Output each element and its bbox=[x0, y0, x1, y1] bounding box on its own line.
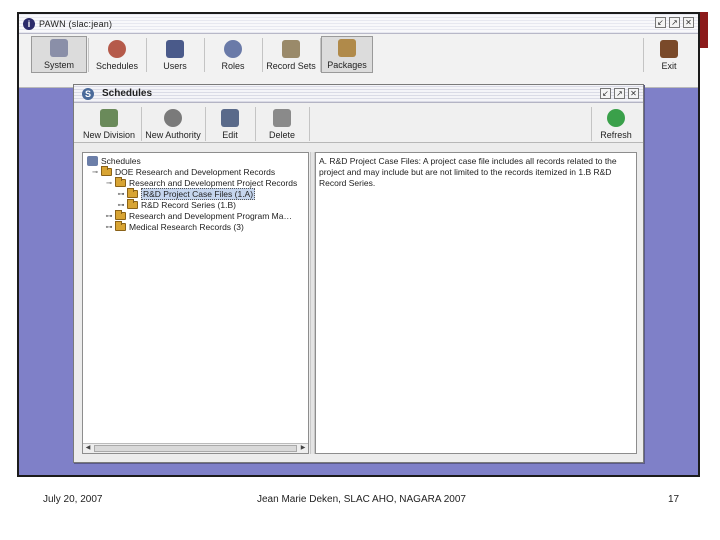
exit-label: Exit bbox=[661, 61, 677, 71]
expand-toggle-icon[interactable]: ⊶ bbox=[105, 223, 113, 231]
tree-node-selected[interactable]: ⊶ R&D Project Case Files (1.A) bbox=[117, 187, 256, 200]
app-toolbar: System Schedules Users Roles Record Sets bbox=[19, 34, 698, 88]
tree-node-root[interactable]: Schedules bbox=[87, 155, 141, 166]
schedules-close-icon[interactable]: ✕ bbox=[628, 88, 639, 99]
slide: i PAWN (slac:jean) ↙ ↗ ✕ System Schedule… bbox=[0, 0, 720, 540]
footer-presenter: Jean Marie Deken, SLAC AHO, NAGARA 2007 bbox=[257, 494, 466, 505]
scroll-right-icon[interactable]: ▶ bbox=[298, 444, 308, 453]
page-number: 17 bbox=[668, 494, 680, 505]
scroll-left-icon[interactable]: ◀ bbox=[83, 444, 93, 453]
folder-icon bbox=[101, 165, 112, 176]
expand-toggle-icon[interactable]: ⊶ bbox=[117, 201, 125, 209]
packages-icon bbox=[338, 39, 356, 57]
app-title-bar[interactable]: i PAWN (slac:jean) ↙ ↗ ✕ bbox=[19, 14, 698, 34]
tree-node-label: DOE Research and Development Records bbox=[115, 166, 276, 177]
exit-door-icon bbox=[660, 40, 678, 58]
collapse-toggle-icon[interactable]: ⊸ bbox=[91, 168, 99, 176]
schedules-title-bar[interactable]: S Schedules ↙ ↗ ✕ bbox=[74, 85, 643, 103]
expand-toggle-icon[interactable]: ⊶ bbox=[105, 212, 113, 220]
folder-icon bbox=[127, 187, 138, 198]
packages-button[interactable]: Packages bbox=[321, 36, 373, 73]
refresh-label: Refresh bbox=[600, 130, 632, 140]
new-division-label: New Division bbox=[82, 130, 135, 140]
record-sets-label: Record Sets bbox=[266, 61, 316, 71]
footer-date: July 20, 2007 bbox=[43, 494, 103, 505]
users-icon bbox=[166, 40, 184, 58]
collapse-toggle-icon[interactable]: ⊸ bbox=[105, 179, 113, 187]
tree-node[interactable]: ⊸ Research and Development Project Recor… bbox=[105, 176, 298, 188]
close-icon[interactable]: ✕ bbox=[683, 17, 694, 28]
system-button[interactable]: System bbox=[31, 36, 87, 73]
folder-icon bbox=[115, 220, 126, 231]
tree-node-label: Research and Development Program Ma… bbox=[129, 210, 292, 221]
trash-icon bbox=[273, 109, 291, 127]
tree-node[interactable]: ⊶ Medical Research Records (3) bbox=[105, 220, 244, 232]
tree-node-label: Research and Development Project Records bbox=[129, 177, 298, 188]
app-info-icon: i bbox=[23, 17, 35, 30]
tree-node-label: R&D Record Series (1.B) bbox=[141, 199, 236, 210]
folder-icon bbox=[127, 198, 138, 209]
schedules-window-icon: S bbox=[82, 87, 94, 100]
tree-node[interactable]: ⊶ R&D Record Series (1.B) bbox=[117, 198, 236, 210]
tree-horizontal-scrollbar[interactable]: ◀ ▶ bbox=[83, 443, 308, 453]
app-title: PAWN (slac:jean) bbox=[39, 18, 113, 29]
schedules-maximize-icon[interactable]: ↗ bbox=[614, 88, 625, 99]
edit-label: Edit bbox=[222, 130, 238, 140]
refresh-button[interactable]: Refresh bbox=[594, 105, 638, 142]
roles-button[interactable]: Roles bbox=[205, 36, 261, 73]
schedules-window: S Schedules ↙ ↗ ✕ New Division New Autho… bbox=[73, 84, 644, 463]
edit-icon bbox=[221, 109, 239, 127]
users-button[interactable]: Users bbox=[147, 36, 203, 73]
record-sets-button[interactable]: Record Sets bbox=[263, 36, 319, 73]
folder-icon bbox=[115, 176, 126, 187]
description-panel: A. R&D Project Case Files: A project cas… bbox=[315, 152, 637, 454]
new-division-icon bbox=[100, 109, 118, 127]
system-icon bbox=[50, 39, 68, 57]
new-division-button[interactable]: New Division bbox=[78, 105, 140, 142]
new-authority-label: New Authority bbox=[145, 130, 201, 140]
record-sets-icon bbox=[282, 40, 300, 58]
roles-icon bbox=[224, 40, 242, 58]
schedule-tree[interactable]: Schedules ⊸ DOE Research and Development… bbox=[82, 152, 309, 454]
minimize-icon[interactable]: ↙ bbox=[655, 17, 666, 28]
tree-node[interactable]: ⊸ DOE Research and Development Records bbox=[91, 165, 276, 177]
exit-button[interactable]: Exit bbox=[649, 36, 689, 73]
packages-label: Packages bbox=[327, 60, 367, 70]
new-authority-button[interactable]: New Authority bbox=[142, 105, 204, 142]
delete-label: Delete bbox=[268, 130, 295, 140]
scrollbar-thumb[interactable] bbox=[94, 445, 297, 452]
users-label: Users bbox=[163, 61, 187, 71]
tree-node-label: Schedules bbox=[101, 155, 141, 166]
tree-node-label: R&D Project Case Files (1.A) bbox=[141, 187, 256, 200]
new-authority-icon bbox=[164, 109, 182, 127]
slide-accent-bar bbox=[700, 12, 708, 48]
expand-toggle-icon[interactable]: ⊶ bbox=[117, 190, 125, 198]
refresh-icon bbox=[607, 109, 625, 127]
roles-label: Roles bbox=[221, 61, 245, 71]
tree-node-label: Medical Research Records (3) bbox=[129, 221, 244, 232]
schedules-minimize-icon[interactable]: ↙ bbox=[600, 88, 611, 99]
schedules-button[interactable]: Schedules bbox=[89, 36, 145, 73]
schedules-icon bbox=[108, 40, 126, 58]
maximize-icon[interactable]: ↗ bbox=[669, 17, 680, 28]
schedules-tree-icon bbox=[87, 155, 98, 166]
schedules-label: Schedules bbox=[95, 61, 139, 71]
schedules-window-title: Schedules bbox=[102, 88, 153, 99]
delete-button[interactable]: Delete bbox=[256, 105, 308, 142]
edit-button[interactable]: Edit bbox=[206, 105, 254, 142]
system-label: System bbox=[43, 60, 74, 70]
schedules-toolbar: New Division New Authority Edit Delete R… bbox=[74, 103, 643, 143]
description-text: A. R&D Project Case Files: A project cas… bbox=[319, 156, 617, 188]
tree-node[interactable]: ⊶ Research and Development Program Ma… bbox=[105, 209, 292, 221]
folder-icon bbox=[115, 209, 126, 220]
